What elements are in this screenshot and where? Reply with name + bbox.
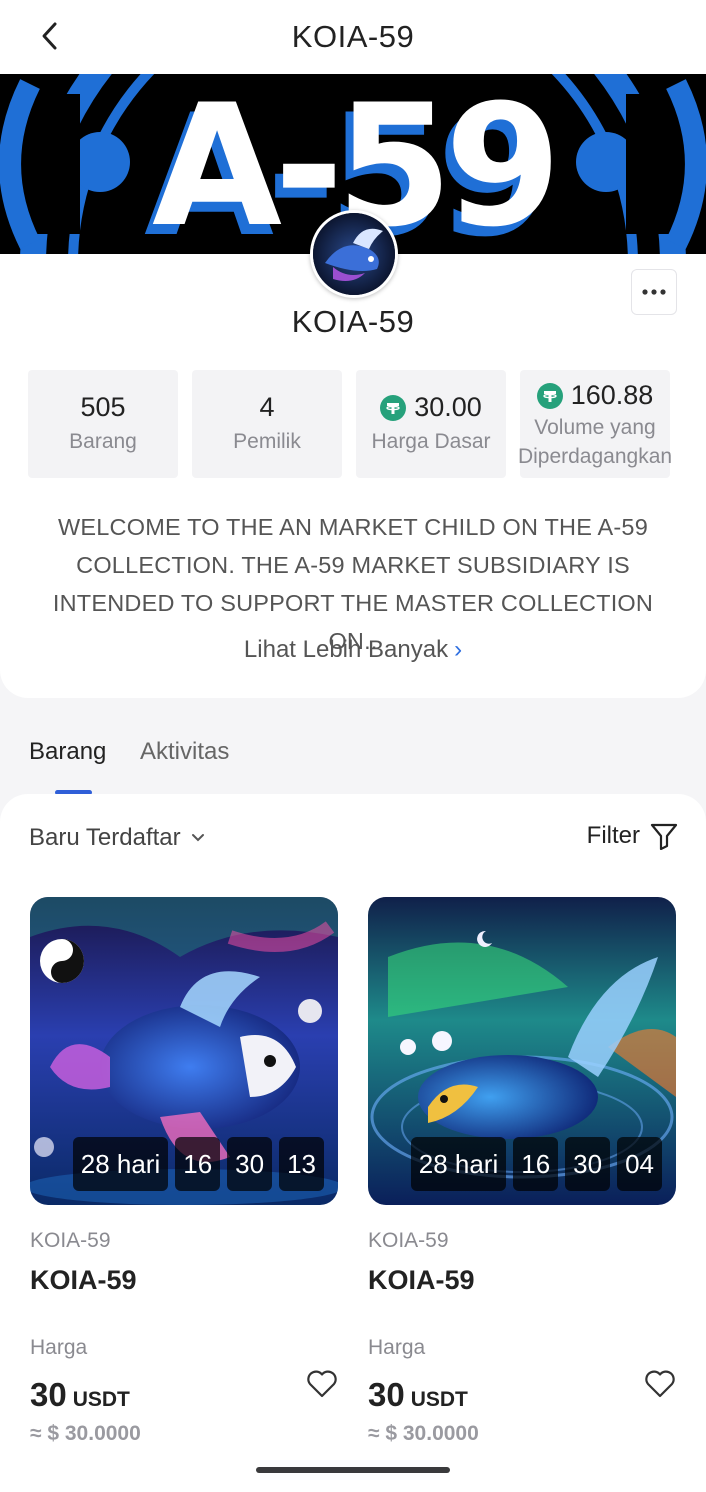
stat-label: Pemilik	[233, 430, 301, 453]
page-title: KOIA-59	[291, 19, 415, 54]
more-horizontal-icon	[642, 289, 666, 295]
nft-image[interactable]: 28 hari 16 30 13	[30, 897, 338, 1205]
stat-value: 30.00	[380, 392, 482, 423]
stat-value: 160.88	[536, 380, 654, 411]
stat-value-text: 160.88	[570, 380, 654, 410]
see-more-link[interactable]: Lihat Lebih Banyak ›	[0, 636, 706, 664]
items-panel: Baru Terdaftar Filter 28 hari 16 30 13 K…	[0, 794, 706, 1492]
countdown-hours: 16	[513, 1137, 559, 1191]
nft-name: KOIA-59	[30, 1265, 137, 1295]
nft-card[interactable]: 28 hari 16 30 04 KOIA-59 KOIA-59 Harga 3…	[368, 897, 676, 1446]
tether-icon	[380, 394, 407, 421]
stat-volume: 160.88 Volume yang Diperdagangkan	[518, 370, 672, 478]
stat-floor-price: 30.00 Harga Dasar	[356, 370, 506, 478]
chevron-right-icon: ›	[454, 636, 463, 663]
sort-dropdown[interactable]: Baru Terdaftar	[29, 824, 205, 852]
filter-icon	[650, 823, 678, 850]
stat-value: 4	[259, 392, 274, 423]
nft-collection-name: KOIA-59	[368, 1229, 449, 1252]
tether-icon	[536, 382, 563, 409]
stat-value-text: 30.00	[414, 392, 482, 422]
tab-bar: Barang Aktivitas	[0, 722, 706, 795]
price-row: 30 USDT	[368, 1370, 676, 1414]
price-unit: USDT	[410, 1388, 468, 1411]
collection-name: KOIA-59	[291, 304, 415, 339]
stat-value: 505	[80, 392, 125, 423]
countdown-seconds: 13	[279, 1137, 324, 1191]
back-button[interactable]	[32, 18, 68, 54]
stat-label: Harga Dasar	[371, 430, 491, 453]
tab-items[interactable]: Barang	[29, 738, 106, 766]
filter-button[interactable]: Filter	[587, 822, 678, 850]
app-header: KOIA-59	[0, 0, 706, 74]
stat-items: 505 Barang	[28, 370, 178, 478]
sort-label: Baru Terdaftar	[29, 824, 181, 851]
nft-card[interactable]: 28 hari 16 30 13 KOIA-59 KOIA-59 Harga 3…	[30, 897, 338, 1446]
stat-label: Barang	[69, 430, 137, 453]
chevron-left-icon	[42, 22, 57, 50]
price-row: 30 USDT	[30, 1370, 338, 1414]
fiat-price: ≈ $ 30.0000	[368, 1422, 479, 1445]
tab-activity[interactable]: Aktivitas	[140, 738, 229, 766]
countdown-timer: 28 hari 16 30 13	[72, 1137, 324, 1191]
countdown-timer: 28 hari 16 30 04	[410, 1137, 662, 1191]
stat-label: Volume yang Diperdagangkan	[517, 416, 673, 468]
price-label: Harga	[368, 1336, 426, 1359]
nft-image[interactable]: 28 hari 16 30 04	[368, 897, 676, 1205]
stat-value-text: 505	[80, 392, 126, 422]
countdown-hours: 16	[175, 1137, 221, 1191]
see-more-label: Lihat Lebih Banyak	[243, 636, 449, 663]
countdown-days: 28 hari	[410, 1137, 507, 1191]
countdown-days: 28 hari	[72, 1137, 169, 1191]
price-label: Harga	[30, 1336, 88, 1359]
nft-collection-name: KOIA-59	[30, 1229, 111, 1252]
nft-name: KOIA-59	[368, 1265, 475, 1295]
heart-icon[interactable]	[306, 1368, 338, 1400]
countdown-minutes: 30	[227, 1137, 273, 1191]
chevron-down-icon	[191, 834, 204, 842]
price-value: 30	[30, 1376, 67, 1413]
filter-label: Filter	[586, 822, 640, 849]
collection-avatar	[310, 210, 398, 298]
fiat-price: ≈ $ 30.0000	[30, 1422, 141, 1445]
countdown-seconds: 04	[617, 1137, 662, 1191]
price-unit: USDT	[72, 1388, 130, 1411]
home-indicator[interactable]	[256, 1467, 450, 1473]
stat-value-text: 4	[259, 392, 275, 422]
countdown-minutes: 30	[565, 1137, 611, 1191]
stat-owners: 4 Pemilik	[192, 370, 342, 478]
price-value: 30	[368, 1376, 405, 1413]
heart-icon[interactable]	[644, 1368, 676, 1400]
